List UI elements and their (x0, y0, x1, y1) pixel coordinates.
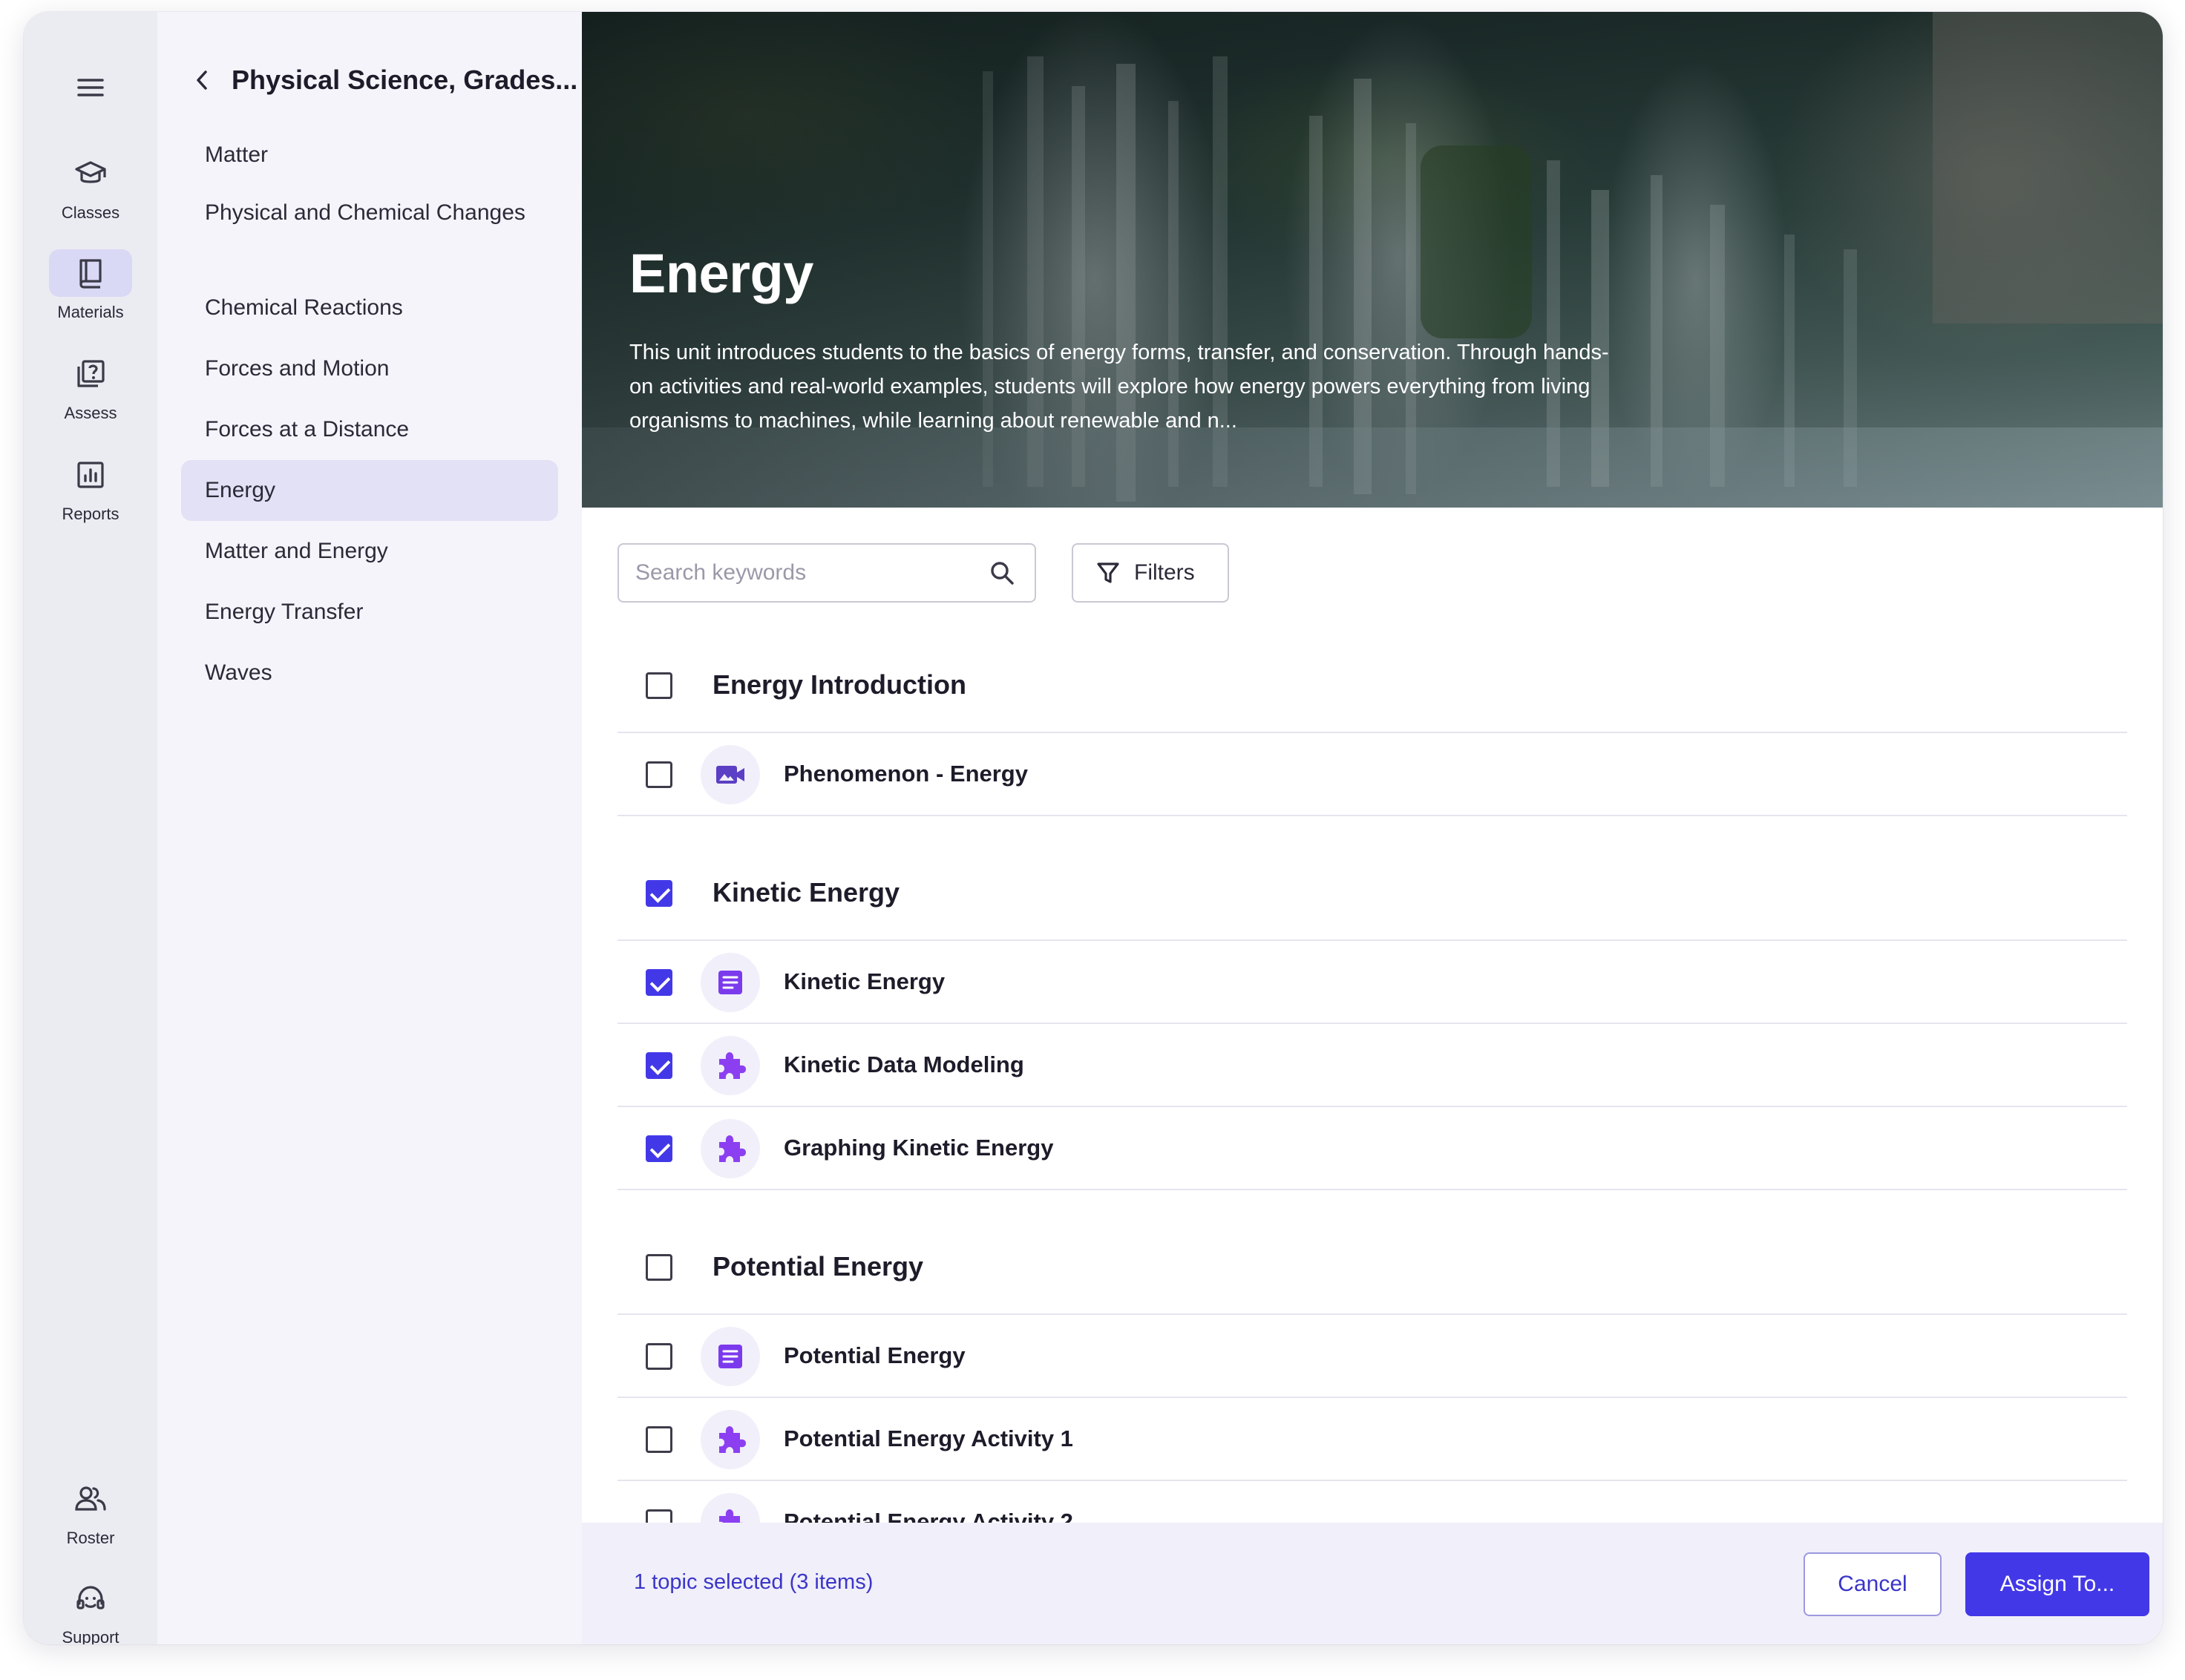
unit-description: This unit introduces students to the bas… (629, 341, 1609, 433)
selection-status: 1 topic selected (3 items) (634, 1570, 874, 1594)
rail-item-label: Materials (57, 303, 124, 321)
unit-title: Energy (629, 243, 813, 304)
material-row: Kinetic Energy (618, 941, 2127, 1024)
graduation-cap-icon (49, 150, 132, 197)
search-icon[interactable] (989, 560, 1015, 590)
filters-label: Filters (1134, 560, 1195, 585)
nav-item-forces-distance[interactable]: Forces at a Distance (181, 399, 558, 460)
puzzle-icon (701, 1036, 760, 1095)
nav-item-matter[interactable]: Matter (181, 125, 558, 186)
nav-item-energy[interactable]: Energy (181, 460, 558, 521)
nav-item-energy-transfer[interactable]: Energy Transfer (181, 582, 558, 643)
topic-checkbox[interactable] (646, 1254, 672, 1281)
material-row: Kinetic Data Modeling (618, 1024, 2127, 1107)
rail-item-label: Support (62, 1628, 119, 1644)
topic-checkbox[interactable] (646, 880, 672, 907)
material-checkbox[interactable] (646, 1426, 672, 1453)
unit-list: Matter Physical and Chemical Changes Che… (181, 125, 558, 703)
unit-hero-banner: Energy This unit introduces students to … (582, 12, 2163, 508)
left-rail: Classes Materials Assess Reports Roster (24, 12, 157, 1644)
nav-item-waves[interactable]: Waves (181, 643, 558, 703)
nav-header: Physical Science, Grades... (187, 59, 577, 101)
unit-nav: Physical Science, Grades... Matter Physi… (157, 12, 582, 1644)
material-row: Potential Energy (618, 1315, 2127, 1398)
nav-item-matter-energy[interactable]: Matter and Energy (181, 521, 558, 582)
app-window: Classes Materials Assess Reports Roster (24, 12, 2163, 1644)
rail-item-materials[interactable]: Materials (24, 249, 157, 322)
hamburger-menu-icon[interactable] (74, 71, 107, 104)
rail-item-label: Reports (62, 505, 119, 523)
topic-row: Kinetic Energy (618, 846, 2127, 941)
topic-title: Energy Introduction (712, 669, 966, 700)
puzzle-icon (701, 1119, 760, 1178)
rail-item-label: Classes (61, 203, 120, 222)
material-checkbox[interactable] (646, 1343, 672, 1370)
puzzle-icon (701, 1410, 760, 1469)
material-checkbox[interactable] (646, 969, 672, 996)
topic-title: Potential Energy (712, 1251, 924, 1282)
filters-button[interactable]: Filters (1072, 543, 1229, 603)
chevron-left-icon[interactable] (187, 65, 217, 95)
material-checkbox[interactable] (646, 1052, 672, 1079)
rail-item-reports[interactable]: Reports (24, 451, 157, 524)
assign-to-button[interactable]: Assign To... (1965, 1552, 2149, 1616)
rail-item-assess[interactable]: Assess (24, 350, 157, 423)
material-row: Phenomenon - Energy (618, 733, 2127, 816)
material-row: Potential Energy Activity 1 (618, 1398, 2127, 1481)
selection-footer: 1 topic selected (3 items) Cancel Assign… (582, 1523, 2163, 1644)
material-title[interactable]: Graphing Kinetic Energy (784, 1135, 1053, 1161)
material-row: Graphing Kinetic Energy (618, 1107, 2127, 1190)
material-title[interactable]: Kinetic Energy (784, 968, 945, 995)
document-icon (701, 1327, 760, 1386)
rail-item-support[interactable]: Support (24, 1575, 157, 1644)
filter-funnel-icon (1097, 562, 1119, 583)
course-title: Physical Science, Grades... (232, 65, 578, 95)
cancel-button[interactable]: Cancel (1804, 1552, 1942, 1616)
book-icon (49, 249, 132, 297)
people-icon (49, 1475, 132, 1523)
nav-item-forces-motion[interactable]: Forces and Motion (181, 338, 558, 399)
search-input[interactable] (635, 545, 984, 601)
topic-row: Energy Introduction (618, 638, 2127, 733)
material-title[interactable]: Potential Energy (784, 1342, 966, 1369)
material-checkbox[interactable] (646, 761, 672, 788)
topic-row: Potential Energy (618, 1220, 2127, 1315)
question-pages-icon (49, 350, 132, 398)
material-title[interactable]: Kinetic Data Modeling (784, 1051, 1024, 1078)
material-checkbox[interactable] (646, 1135, 672, 1162)
topic-checkbox[interactable] (646, 672, 672, 699)
main-content: Energy This unit introduces students to … (582, 12, 2163, 1644)
document-icon (701, 953, 760, 1012)
bar-chart-icon (49, 451, 132, 499)
nav-item-chemical-reactions[interactable]: Chemical Reactions (181, 278, 558, 338)
topic-title: Kinetic Energy (712, 877, 900, 908)
materials-list: Energy Introduction Phenomenon - Energy … (618, 638, 2127, 1564)
rail-item-classes[interactable]: Classes (24, 150, 157, 223)
material-title[interactable]: Phenomenon - Energy (784, 761, 1028, 787)
rail-item-roster[interactable]: Roster (24, 1475, 157, 1548)
material-title[interactable]: Potential Energy Activity 1 (784, 1425, 1073, 1452)
search-box (618, 543, 1036, 603)
headset-icon (49, 1575, 132, 1622)
nav-item-physical-chemical-changes[interactable]: Physical and Chemical Changes (181, 186, 558, 278)
rail-item-label: Assess (64, 404, 117, 422)
video-icon (701, 745, 760, 804)
rail-item-label: Roster (66, 1529, 115, 1547)
